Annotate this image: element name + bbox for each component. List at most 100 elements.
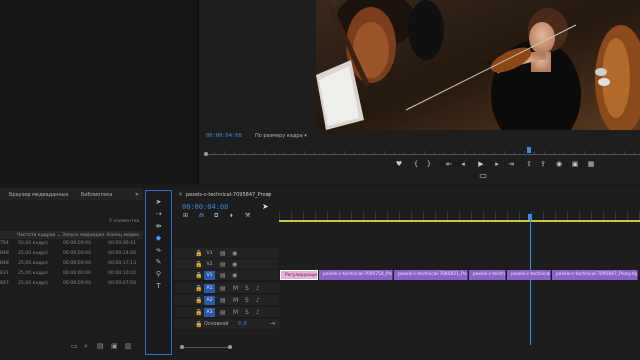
table-row[interactable]: 848 25,00 кадр/с 00:00:00:00 00:00:14:06 [0, 250, 143, 260]
snap-icon[interactable]: ⋒ [199, 212, 204, 219]
trash-icon[interactable]: ▥ [125, 342, 132, 350]
lock-icon[interactable]: 🔒 [195, 321, 202, 328]
sync-lock-icon[interactable]: ▤ [220, 285, 226, 292]
new-bin-icon[interactable]: ▤ [97, 342, 104, 350]
track-label-v3[interactable]: V3 [204, 249, 215, 258]
lock-icon[interactable]: 🔒 [195, 250, 202, 257]
eye-icon[interactable]: ◉ [232, 272, 237, 279]
go-to-in-icon[interactable]: ⇤ [444, 160, 454, 168]
track-label-a3[interactable]: A3 [204, 308, 215, 317]
table-row[interactable]: 847 25,00 кадр/с 00:00:00:00 00:00:07:04 [0, 280, 143, 290]
settings-icon[interactable]: ▦ [586, 160, 596, 168]
mark-out-icon[interactable]: } [424, 160, 434, 168]
column-frame-rate[interactable]: Частота кадров [17, 233, 55, 238]
razor-tool-icon[interactable]: ◆ [146, 233, 171, 244]
mark-in-icon[interactable]: { [411, 160, 421, 168]
play-icon[interactable]: ▶ [476, 160, 486, 168]
sync-lock-icon[interactable]: ▤ [220, 297, 226, 304]
master-label: Основной [204, 321, 229, 327]
solo-icon[interactable]: S [245, 297, 249, 304]
clip-7085831[interactable]: pexels-c-technical-7085831_Proxy.mp4 [394, 270, 468, 280]
type-tool-icon[interactable]: T [146, 281, 171, 292]
microphone-icon[interactable]: ♪ [256, 285, 260, 292]
go-to-out-icon[interactable]: ⇥ [506, 160, 516, 168]
tab-menu-icon[interactable]: ≡ [266, 191, 271, 198]
master-volume[interactable]: 0,0 [238, 322, 247, 327]
lock-icon[interactable]: 🔒 [195, 309, 202, 316]
clip-7095847[interactable]: pexels-c-technical-7095847_Proxy.mp4 [552, 270, 638, 280]
row-id: 848 [0, 251, 9, 256]
lift-icon[interactable]: ⇧ [524, 160, 534, 168]
ripple-edit-icon[interactable]: ⇹ [146, 221, 171, 232]
program-playhead[interactable] [527, 147, 531, 153]
sync-lock-icon[interactable]: ▤ [220, 309, 226, 316]
track-label-v1[interactable]: V1 [204, 271, 215, 280]
solo-icon[interactable]: S [245, 309, 249, 316]
column-media-end[interactable]: Конец медиа [107, 233, 139, 238]
table-row[interactable]: 754 50,00 кадр/с 00:00:00:00 00:00:36:41 [0, 240, 143, 250]
eye-icon[interactable]: ◉ [232, 261, 237, 268]
sync-lock-icon[interactable]: ▤ [220, 272, 226, 279]
folder-icon[interactable]: ▭ [71, 342, 78, 350]
video-frame-image [316, 0, 640, 130]
lock-icon[interactable]: 🔒 [195, 272, 202, 279]
microphone-icon[interactable]: ♪ [256, 297, 260, 304]
track-label-a2[interactable]: A2 [204, 296, 215, 305]
track-label-v2[interactable]: V2 [204, 260, 215, 269]
slip-tool-icon[interactable]: ⟛ [146, 245, 171, 256]
work-area-bar[interactable] [279, 220, 640, 222]
microphone-icon[interactable]: ♪ [256, 309, 260, 316]
eye-icon[interactable]: ◉ [232, 250, 237, 257]
zoom-handle-right[interactable] [228, 345, 232, 349]
scrub-start-handle[interactable] [204, 152, 208, 156]
table-row[interactable]: 848 25,00 кадр/с 00:00:00:00 00:00:17:13 [0, 260, 143, 270]
nest-icon[interactable]: ⊞ [183, 212, 188, 219]
mute-icon[interactable]: M [233, 309, 238, 316]
sequence-tab-label[interactable]: pexels-c-technical-7095847_Proxy [186, 192, 271, 198]
export-frame-icon[interactable]: ◉ [554, 160, 564, 168]
step-forward-icon[interactable]: ▸ [492, 160, 502, 168]
column-media-start[interactable]: Запуск медиадан [62, 233, 105, 238]
timeline-timecode[interactable]: 00:00:04:08 [182, 203, 228, 211]
clip-7095848[interactable]: pexels-c-technical-7095848_Proxy.mp4 [469, 270, 506, 280]
lock-icon[interactable]: 🔒 [195, 261, 202, 268]
lock-icon[interactable]: 🔒 [195, 297, 202, 304]
track-label-a1[interactable]: A1 [204, 284, 215, 293]
search-icon[interactable]: ⌕ [84, 342, 88, 351]
pen-tool-icon[interactable]: ✎ [146, 257, 171, 268]
selection-tool-icon[interactable]: ➤ [146, 197, 171, 208]
track-select-icon[interactable]: ⇢ [146, 209, 171, 220]
track-header-master: 🔒 Основной 0,0 ⇥ [174, 319, 279, 330]
clip-7095754[interactable]: pexels-c-technical-7095754_Proxy.mp4 [40… [319, 270, 393, 280]
lock-icon[interactable]: 🔒 [195, 285, 202, 292]
linked-selection-icon[interactable]: ⧉ [214, 212, 218, 220]
add-marker-icon[interactable]: ♥ [394, 160, 404, 168]
project-tabs: Браузер медиаданных Библиотека » [0, 188, 143, 200]
table-row[interactable]: 831 25,00 кадр/с 00:00:00:00 00:00:10:02 [0, 270, 143, 280]
close-icon[interactable]: × [178, 191, 183, 198]
new-item-icon[interactable]: ▣ [111, 342, 118, 350]
solo-icon[interactable]: S [245, 285, 249, 292]
fit-dropdown[interactable]: По размеру кадра ▾ [255, 133, 307, 139]
program-timecode[interactable]: 00:00:04:08 [206, 133, 242, 139]
zoom-tool-icon[interactable]: ⚲ [146, 269, 171, 280]
step-back-icon[interactable]: ◂ [458, 160, 468, 168]
sync-lock-icon[interactable]: ▤ [220, 261, 226, 268]
mute-icon[interactable]: M [233, 297, 238, 304]
extract-icon[interactable]: ⇪ [538, 160, 548, 168]
timeline-zoom-scrollbar[interactable] [178, 344, 234, 350]
add-marker-icon[interactable]: ⬧ [230, 212, 233, 220]
safe-margins-icon[interactable]: ▭ [477, 171, 489, 180]
more-tabs-icon[interactable]: » [135, 191, 139, 198]
comparison-view-icon[interactable]: ▣ [570, 160, 580, 168]
row-id: 847 [0, 281, 9, 286]
mute-icon[interactable]: M [233, 285, 238, 292]
clip-adjustment-layer[interactable]: Регулирующий сл [280, 270, 318, 280]
program-scrub-bar[interactable] [204, 147, 640, 157]
tab-media-browser[interactable]: Браузер медиаданных [9, 192, 69, 198]
wrench-icon[interactable]: ⚒ [245, 212, 250, 219]
sync-lock-icon[interactable]: ▤ [220, 250, 226, 257]
clip-technical[interactable]: pexels-c-technical [507, 270, 551, 280]
go-to-end-icon[interactable]: ⇥ [270, 320, 275, 327]
tab-libraries[interactable]: Библиотека [81, 192, 112, 198]
